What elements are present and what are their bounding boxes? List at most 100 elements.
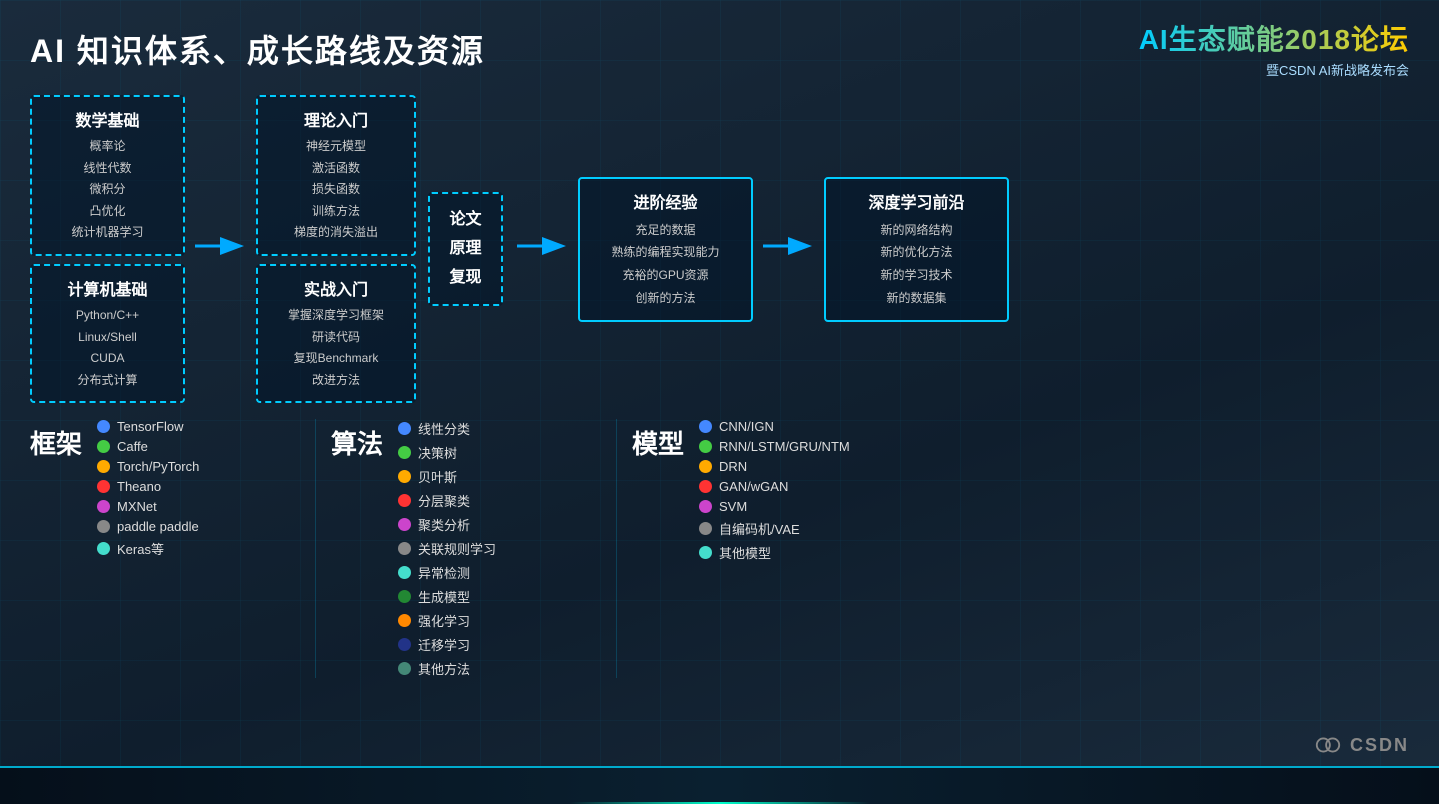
math-basics-title: 数学基础 (46, 107, 169, 131)
list-item: 聚类分析 (398, 515, 496, 534)
dot-bayes (398, 470, 411, 483)
dot-tree (398, 446, 411, 459)
dot-theano (97, 480, 110, 493)
label-svm: SVM (719, 499, 747, 514)
divider-2 (616, 419, 617, 678)
list-item: 决策树 (398, 443, 496, 462)
algorithms-label: 算法 (331, 419, 386, 461)
list-item: MXNet (97, 499, 199, 514)
csdn-text: CSDN (1350, 735, 1409, 756)
dot-linear (398, 422, 411, 435)
label-tensorflow: TensorFlow (117, 419, 183, 434)
label-anomaly: 异常检测 (418, 563, 470, 582)
label-ae: 自编码机/VAE (719, 519, 800, 538)
cs-basics-box: 计算机基础 Python/C++ Linux/Shell CUDA 分布式计算 (30, 264, 185, 403)
dot-cluster (398, 494, 411, 507)
list-item: paddle paddle (97, 519, 199, 534)
list-item: 分层聚类 (398, 491, 496, 510)
dot-gan (699, 480, 712, 493)
label-linear: 线性分类 (418, 419, 470, 438)
label-caffe: Caffe (117, 439, 148, 454)
frameworks-section: 框架 TensorFlow Caffe Torch/PyTorch (30, 419, 300, 558)
csdn-logo: CSDN (1314, 731, 1409, 759)
list-item: 关联规则学习 (398, 539, 496, 558)
arrow-2 (515, 229, 570, 269)
dot-tensorflow (97, 420, 110, 433)
dot-drn (699, 460, 712, 473)
list-item: 自编码机/VAE (699, 519, 850, 538)
dot-ae (699, 522, 712, 535)
dot-other-algo (398, 662, 411, 675)
paper-title: 论文 原理 复现 (448, 206, 483, 292)
list-item: 其他方法 (398, 659, 496, 678)
dot-mxnet (97, 500, 110, 513)
models-label: 模型 (632, 419, 687, 461)
logo-area: AI生态赋能2018论坛 暨CSDN AI新战略发布会 (1139, 18, 1409, 79)
legend-area: 框架 TensorFlow Caffe Torch/PyTorch (30, 419, 1409, 678)
label-gan: GAN/wGAN (719, 479, 788, 494)
logo-subtitle: 暨CSDN AI新战略发布会 (1139, 60, 1409, 79)
label-cluster: 分层聚类 (418, 491, 470, 510)
dot-torch (97, 460, 110, 473)
label-tree: 决策树 (418, 443, 457, 462)
models-list: CNN/IGN RNN/LSTM/GRU/NTM DRN GAN/wGAN (699, 419, 850, 562)
models-section: 模型 CNN/IGN RNN/LSTM/GRU/NTM DRN (632, 419, 932, 562)
list-item: 其他模型 (699, 543, 850, 562)
frameworks-list: TensorFlow Caffe Torch/PyTorch Theano (97, 419, 199, 558)
label-other-model: 其他模型 (719, 543, 771, 562)
label-cnn: CNN/IGN (719, 419, 774, 434)
paper-box: 论文 原理 复现 (428, 192, 503, 306)
dot-gen (398, 590, 411, 603)
dot-keras (97, 542, 110, 555)
practice-box: 实战入门 掌握深度学习框架 研读代码 复现Benchmark 改进方法 (256, 264, 416, 403)
dot-paddle (97, 520, 110, 533)
arrow-3 (761, 229, 816, 269)
page-title: AI 知识体系、成长路线及资源 (30, 26, 485, 72)
label-paddle: paddle paddle (117, 519, 199, 534)
list-item: TensorFlow (97, 419, 199, 434)
divider-1 (315, 419, 316, 678)
dot-transfer (398, 638, 411, 651)
list-item: Theano (97, 479, 199, 494)
dot-rl (398, 614, 411, 627)
theory-title: 理论入门 (272, 107, 400, 131)
frontier-box: 深度学习前沿 新的网络结构 新的优化方法 新的学习技术 新的数据集 (824, 177, 1009, 322)
advanced-title: 进阶经验 (596, 189, 735, 213)
label-torch: Torch/PyTorch (117, 459, 199, 474)
practice-title: 实战入门 (272, 276, 400, 300)
advanced-items: 充足的数据 熟练的编程实现能力 充裕的GPU资源 创新的方法 (596, 219, 735, 310)
label-other-algo: 其他方法 (418, 659, 470, 678)
dot-clustering (398, 518, 411, 531)
algorithms-list: 线性分类 决策树 贝叶斯 分层聚类 (398, 419, 496, 678)
label-clustering: 聚类分析 (418, 515, 470, 534)
list-item: Keras等 (97, 539, 199, 558)
label-rnn: RNN/LSTM/GRU/NTM (719, 439, 850, 454)
arrow-1 (193, 229, 248, 269)
dot-other-model (699, 546, 712, 559)
cs-basics-title: 计算机基础 (46, 276, 169, 300)
math-basics-items: 概率论 线性代数 微积分 凸优化 统计机器学习 (46, 136, 169, 244)
dot-cnn (699, 420, 712, 433)
dot-assoc (398, 542, 411, 555)
label-theano: Theano (117, 479, 161, 494)
label-assoc: 关联规则学习 (418, 539, 496, 558)
label-gen: 生成模型 (418, 587, 470, 606)
list-item: SVM (699, 499, 850, 514)
header: AI 知识体系、成长路线及资源 AI生态赋能2018论坛 暨CSDN AI新战略… (30, 18, 1409, 79)
flow-diagram: 数学基础 概率论 线性代数 微积分 凸优化 统计机器学习 计算机基础 Pytho… (30, 95, 1409, 403)
theory-box: 理论入门 神经元模型 激活函数 损失函数 训练方法 梯度的消失溢出 (256, 95, 416, 256)
content-area: AI 知识体系、成长路线及资源 AI生态赋能2018论坛 暨CSDN AI新战略… (0, 0, 1439, 804)
list-item: 线性分类 (398, 419, 496, 438)
left-boxes: 数学基础 概率论 线性代数 微积分 凸优化 统计机器学习 计算机基础 Pytho… (30, 95, 185, 403)
cs-basics-items: Python/C++ Linux/Shell CUDA 分布式计算 (46, 305, 169, 391)
logo-title: AI生态赋能2018论坛 (1139, 18, 1409, 58)
list-item: 迁移学习 (398, 635, 496, 654)
dot-svm (699, 500, 712, 513)
csdn-icon (1314, 731, 1342, 759)
label-bayes: 贝叶斯 (418, 467, 457, 486)
list-item: 异常检测 (398, 563, 496, 582)
math-basics-box: 数学基础 概率论 线性代数 微积分 凸优化 统计机器学习 (30, 95, 185, 256)
label-mxnet: MXNet (117, 499, 157, 514)
label-transfer: 迁移学习 (418, 635, 470, 654)
label-rl: 强化学习 (418, 611, 470, 630)
